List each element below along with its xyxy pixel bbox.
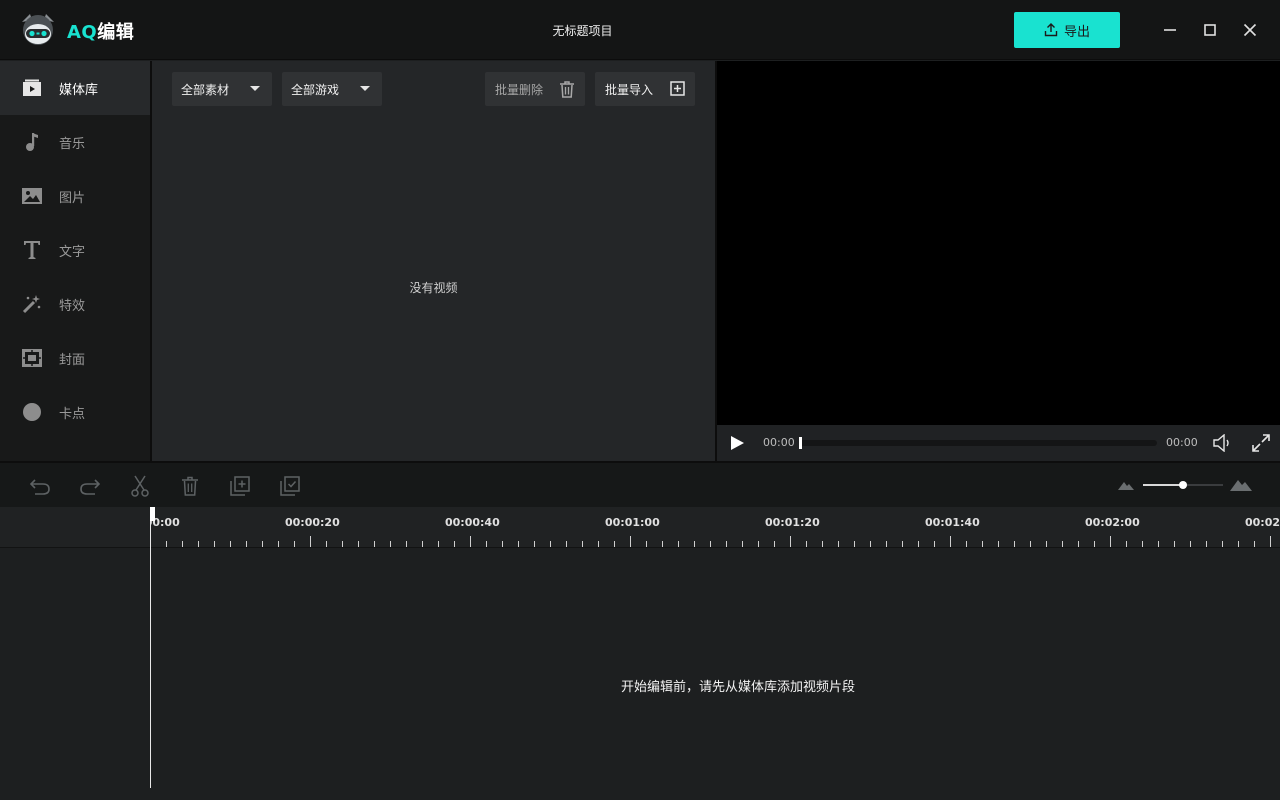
trash-icon — [560, 81, 574, 98]
player-controls: 00:00 00:00 — [717, 425, 1280, 461]
image-icon — [22, 186, 42, 206]
redo-button[interactable] — [79, 475, 101, 497]
zoom-out-mountain-icon[interactable] — [1118, 480, 1134, 490]
ruler-label: 00:01:00 — [605, 516, 660, 529]
zoom-slider[interactable] — [1118, 477, 1252, 493]
circle-dot-icon — [22, 402, 42, 422]
track-area[interactable] — [150, 549, 1280, 800]
zoom-thumb[interactable] — [1179, 481, 1187, 489]
copy-add-icon — [230, 476, 250, 496]
ruler-label: 00:00:20 — [285, 516, 340, 529]
copy-check-button[interactable] — [279, 475, 301, 497]
sidebar-item-label: 封面 — [59, 352, 86, 368]
duplicate-button[interactable] — [229, 475, 251, 497]
sidebar-item-label: 卡点 — [59, 406, 86, 422]
progress-knob[interactable] — [799, 437, 802, 449]
material-filter-dropdown[interactable]: 全部素材 — [172, 72, 272, 106]
caret-down-icon — [360, 86, 370, 91]
ruler-label: 00:02:20 — [1245, 516, 1280, 529]
media-panel: 全部素材 全部游戏 批量删除 批量导入 没有视频 — [152, 61, 715, 461]
ruler-label: 00:01:40 — [925, 516, 980, 529]
track-header-top — [0, 507, 150, 548]
playhead[interactable] — [150, 507, 151, 788]
copy-check-icon — [280, 476, 300, 496]
magic-wand-icon — [22, 294, 42, 314]
project-title: 无标题项目 — [552, 24, 613, 38]
sidebar-item-effects[interactable]: 特效 — [0, 277, 150, 331]
export-button[interactable]: 导出 — [1014, 12, 1120, 48]
timeline-empty-hint: 开始编辑前，请先从媒体库添加视频片段 — [620, 680, 855, 695]
sidebar-item-cover[interactable]: 封面 — [0, 331, 150, 385]
upload-icon — [1044, 23, 1058, 37]
undo-icon — [29, 479, 50, 495]
title-bar: AQ编辑 无标题项目 导出 — [0, 0, 1280, 60]
sidebar-item-label: 媒体库 — [59, 82, 99, 98]
delete-clip-button[interactable] — [179, 475, 201, 497]
current-time: 00:00 — [763, 436, 795, 449]
video-preview — [717, 61, 1280, 461]
maximize-button[interactable] — [1198, 18, 1222, 42]
ruler-label: 00:02:00 — [1085, 516, 1140, 529]
zoom-fill — [1143, 484, 1183, 486]
trash-icon — [182, 476, 198, 496]
redo-icon — [80, 479, 101, 495]
game-filter-value: 全部游戏 — [291, 82, 340, 97]
zoom-in-mountain-icon[interactable] — [1230, 477, 1252, 491]
fullscreen-icon[interactable] — [1251, 433, 1271, 453]
undo-button[interactable] — [29, 475, 51, 497]
minimize-button[interactable] — [1158, 18, 1182, 42]
ruler-label: 00:01:20 — [765, 516, 820, 529]
caret-down-icon — [250, 86, 260, 91]
play-icon[interactable] — [729, 435, 745, 451]
close-icon — [1243, 23, 1257, 37]
ruler-label: 00:00:40 — [445, 516, 500, 529]
sidebar-item-label: 特效 — [59, 298, 86, 314]
minimize-icon — [1164, 29, 1176, 31]
sidebar-item-text[interactable]: 文字 — [0, 223, 150, 277]
maximize-icon — [1204, 24, 1216, 36]
cover-frame-icon — [22, 348, 42, 368]
text-t-icon — [22, 240, 42, 260]
sidebar-item-media-library[interactable]: 媒体库 — [0, 61, 150, 115]
progress-bar[interactable] — [799, 437, 1157, 449]
sidebar: 媒体库 音乐 图片 文字 特效 封面 卡点 — [0, 61, 150, 461]
close-button[interactable] — [1238, 18, 1262, 42]
batch-import-button[interactable]: 批量导入 — [595, 72, 695, 106]
volume-icon[interactable] — [1213, 434, 1231, 452]
batch-import-label: 批量导入 — [605, 82, 654, 97]
sidebar-item-label: 文字 — [59, 244, 86, 260]
add-square-icon — [670, 81, 685, 96]
music-note-icon — [22, 132, 42, 152]
timeline-ruler[interactable]: 00:00:0000:00:2000:00:4000:01:0000:01:20… — [150, 507, 1280, 548]
sidebar-item-music[interactable]: 音乐 — [0, 115, 150, 169]
sidebar-item-images[interactable]: 图片 — [0, 169, 150, 223]
sidebar-item-label: 图片 — [59, 190, 86, 206]
split-button[interactable] — [129, 475, 151, 497]
playhead-handle[interactable] — [150, 507, 155, 521]
total-time: 00:00 — [1166, 436, 1198, 449]
batch-delete-button[interactable]: 批量删除 — [485, 72, 585, 106]
sidebar-item-beat[interactable]: 卡点 — [0, 385, 150, 439]
media-library-icon — [22, 78, 42, 98]
export-label: 导出 — [1063, 24, 1090, 40]
track-header-column — [0, 507, 150, 800]
sidebar-item-label: 音乐 — [59, 136, 86, 152]
batch-delete-label: 批量删除 — [495, 82, 544, 97]
material-filter-value: 全部素材 — [181, 82, 230, 97]
scissors-icon — [131, 475, 149, 497]
game-filter-dropdown[interactable]: 全部游戏 — [282, 72, 382, 106]
timeline-toolbar — [0, 463, 1280, 507]
media-empty-message: 没有视频 — [409, 281, 458, 295]
